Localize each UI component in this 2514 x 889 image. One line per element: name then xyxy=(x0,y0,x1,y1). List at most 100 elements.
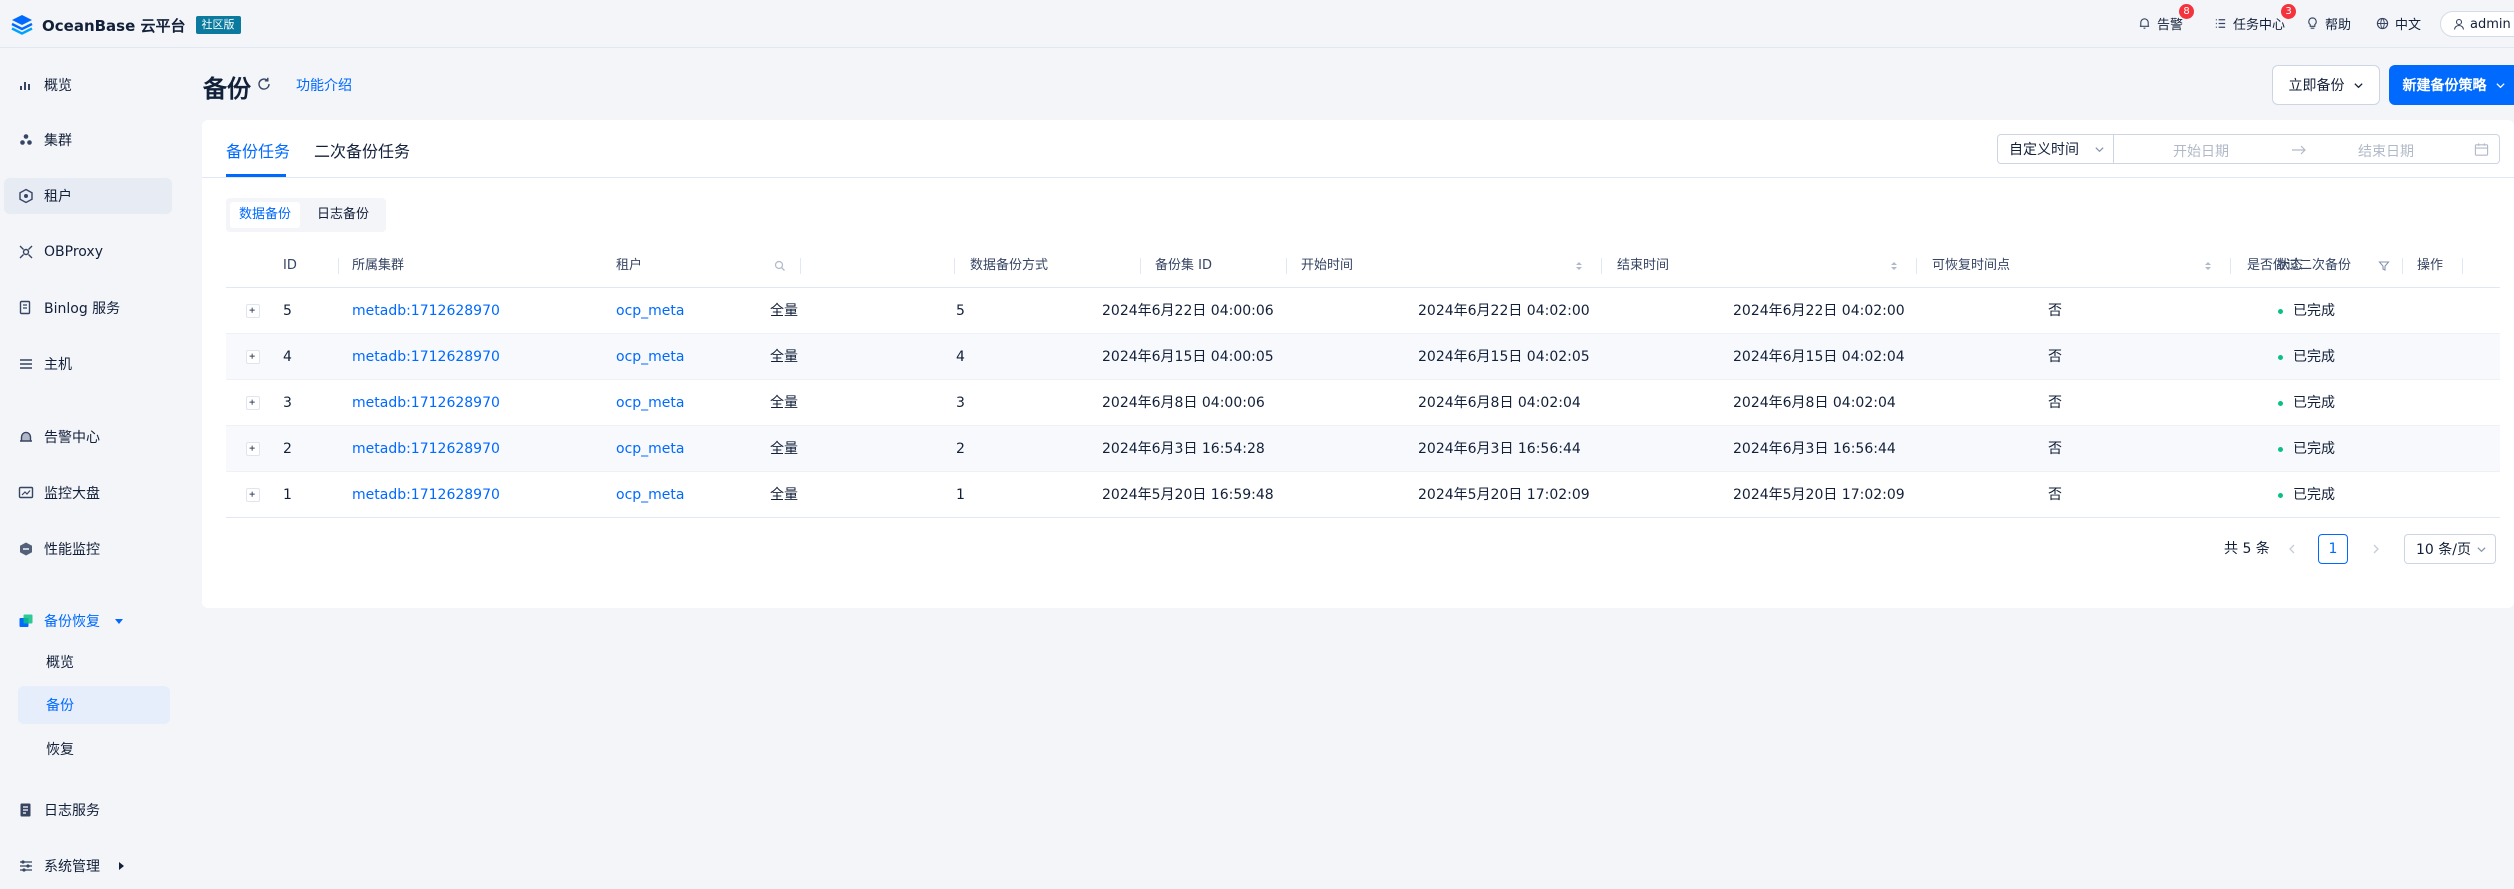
page-title: 备份 xyxy=(203,75,251,103)
sort-icon[interactable] xyxy=(1888,260,1900,272)
sidebar-item-obproxy[interactable]: OBProxy xyxy=(18,234,103,270)
sidebar-item-tenant[interactable]: 租户 xyxy=(4,178,172,214)
help-menu[interactable]: 帮助 xyxy=(2306,14,2351,33)
user-menu[interactable]: admin xyxy=(2440,11,2514,37)
column-separator xyxy=(800,258,801,274)
refresh-icon[interactable] xyxy=(256,76,272,92)
plus-icon xyxy=(249,445,255,451)
backup-type-segmented-control: 数据备份 日志备份 xyxy=(226,198,386,232)
bar-chart-icon xyxy=(20,82,30,90)
caret-down-icon xyxy=(115,619,123,624)
pagination-page-current[interactable]: 1 xyxy=(2318,534,2348,564)
segment-log-backup[interactable]: 日志备份 xyxy=(308,202,378,228)
date-range-picker[interactable]: 开始日期 结束日期 xyxy=(2113,134,2500,164)
end-date-input[interactable]: 结束日期 xyxy=(2358,141,2414,161)
time-mode-select[interactable]: 自定义时间 xyxy=(1997,134,2114,164)
backup-task-card: 备份任务 二次备份任务 自定义时间 开始日期 结束日期 数据备份 日志备份 ID… xyxy=(202,120,2514,608)
new-backup-policy-button[interactable]: 新建备份策略 xyxy=(2389,65,2514,105)
column-header-recoverable-point[interactable]: 可恢复时间点 xyxy=(1932,244,2010,288)
table-row: 5 metadb:1712628970 ocp_meta 全量 5 2024年6… xyxy=(226,288,2500,334)
cell-cluster-link[interactable]: metadb:1712628970 xyxy=(352,426,500,472)
expand-row-button[interactable] xyxy=(246,304,260,318)
cell-status: 已完成 xyxy=(2293,349,2335,365)
cell-id: 2 xyxy=(283,441,292,457)
log-icon xyxy=(20,803,31,817)
cell-tenant-link[interactable]: ocp_meta xyxy=(616,426,684,472)
cell-tenant-link[interactable]: ocp_meta xyxy=(616,288,684,334)
settings-sliders-icon xyxy=(20,860,32,872)
sidebar-subitem-restore[interactable]: 恢复 xyxy=(18,730,170,768)
start-date-input[interactable]: 开始日期 xyxy=(2173,141,2229,161)
cell-cluster-link[interactable]: metadb:1712628970 xyxy=(352,380,500,426)
cell-id: 5 xyxy=(283,303,292,319)
status-success-dot xyxy=(2278,309,2283,314)
brand-name: OceanBase 云平台 xyxy=(42,16,186,35)
cell-tenant-link[interactable]: ocp_meta xyxy=(616,334,684,380)
cell-backup-mode: 全量 xyxy=(770,303,798,319)
sidebar-item-backup-recovery[interactable]: 备份恢复 xyxy=(18,603,124,639)
search-icon[interactable] xyxy=(774,260,786,272)
cell-tenant-link[interactable]: ocp_meta xyxy=(616,472,684,518)
backup-now-label: 立即备份 xyxy=(2288,78,2345,94)
cell-start-time: 2024年6月8日 04:00:06 xyxy=(1102,395,1265,411)
column-header-end-time[interactable]: 结束时间 xyxy=(1617,244,1669,288)
task-center-menu[interactable]: 任务中心 3 xyxy=(2214,4,2297,33)
sidebar-item-binlog[interactable]: Binlog 服务 xyxy=(18,290,120,326)
segment-data-backup[interactable]: 数据备份 xyxy=(230,202,301,228)
cell-status: 已完成 xyxy=(2293,395,2335,411)
sidebar-item-log-service[interactable]: 日志服务 xyxy=(18,792,100,828)
sidebar-item-label: 监控大盘 xyxy=(44,486,100,502)
chevron-right-icon[interactable] xyxy=(2370,543,2382,555)
expand-row-button[interactable] xyxy=(246,442,260,456)
cell-cluster-link[interactable]: metadb:1712628970 xyxy=(352,288,500,334)
sidebar-item-alarm-center[interactable]: 告警中心 xyxy=(18,419,100,455)
cell-cluster-link[interactable]: metadb:1712628970 xyxy=(352,334,500,380)
tab-secondary-backup-tasks[interactable]: 二次备份任务 xyxy=(314,138,410,178)
cell-secondary-backup: 否 xyxy=(2048,487,2062,503)
bulb-icon xyxy=(2308,17,2317,29)
column-header-backup-set-id: 备份集 ID xyxy=(1155,258,1212,273)
sidebar-item-host[interactable]: 主机 xyxy=(18,346,72,382)
cell-secondary-backup: 否 xyxy=(2048,303,2062,319)
sidebar-item-system-management[interactable]: 系统管理 xyxy=(18,848,126,884)
backup-now-button[interactable]: 立即备份 xyxy=(2272,65,2380,105)
sidebar-item-label: Binlog 服务 xyxy=(44,301,121,317)
sidebar-item-label: 主机 xyxy=(44,357,72,373)
proxy-icon xyxy=(19,245,33,259)
chevron-left-icon[interactable] xyxy=(2286,543,2298,555)
column-separator xyxy=(954,258,955,274)
cell-cluster-link[interactable]: metadb:1712628970 xyxy=(352,472,500,518)
language-label: 中文 xyxy=(2395,18,2422,33)
brand-logo[interactable]: OceanBase 云平台 社区版 xyxy=(10,13,241,37)
sidebar-item-dashboard[interactable]: 监控大盘 xyxy=(18,475,100,511)
expand-row-button[interactable] xyxy=(246,488,260,502)
column-header-tenant: 租户 xyxy=(616,258,643,273)
alerts-label: 告警 xyxy=(2157,18,2184,33)
sidebar-subitem-backup[interactable]: 备份 xyxy=(18,686,170,724)
column-separator xyxy=(338,258,339,274)
language-switcher[interactable]: 中文 xyxy=(2376,14,2421,33)
sidebar-item-cluster[interactable]: 集群 xyxy=(18,122,72,158)
chevron-down-icon xyxy=(2495,82,2505,88)
cell-tenant-link[interactable]: ocp_meta xyxy=(616,380,684,426)
feature-intro-link[interactable]: 功能介绍 xyxy=(296,75,352,95)
tab-backup-tasks[interactable]: 备份任务 xyxy=(226,138,290,178)
cell-start-time: 2024年6月15日 04:00:05 xyxy=(1102,349,1274,365)
expand-row-button[interactable] xyxy=(246,350,260,364)
alerts-menu[interactable]: 告警 8 xyxy=(2138,4,2195,33)
sidebar-subitem-label: 概览 xyxy=(46,655,74,671)
expand-row-button[interactable] xyxy=(246,396,260,410)
arrow-right-icon xyxy=(2292,145,2306,155)
sidebar-item-performance[interactable]: 性能监控 xyxy=(18,531,100,567)
sidebar-subitem-backup-overview[interactable]: 概览 xyxy=(18,643,170,681)
column-header-start-time[interactable]: 开始时间 xyxy=(1301,244,1353,288)
cell-recoverable-point: 2024年5月20日 17:02:09 xyxy=(1733,487,1905,503)
sidebar-subitem-label: 恢复 xyxy=(46,742,74,758)
sidebar-item-overview[interactable]: 概览 xyxy=(18,67,72,103)
sort-icon[interactable] xyxy=(1573,260,1585,272)
sort-icon[interactable] xyxy=(2202,260,2214,272)
cell-start-time: 2024年6月3日 16:54:28 xyxy=(1102,441,1265,457)
chevron-down-icon xyxy=(2095,147,2104,153)
page-size-select[interactable]: 10 条/页 xyxy=(2404,534,2496,564)
status-success-dot xyxy=(2278,401,2283,406)
